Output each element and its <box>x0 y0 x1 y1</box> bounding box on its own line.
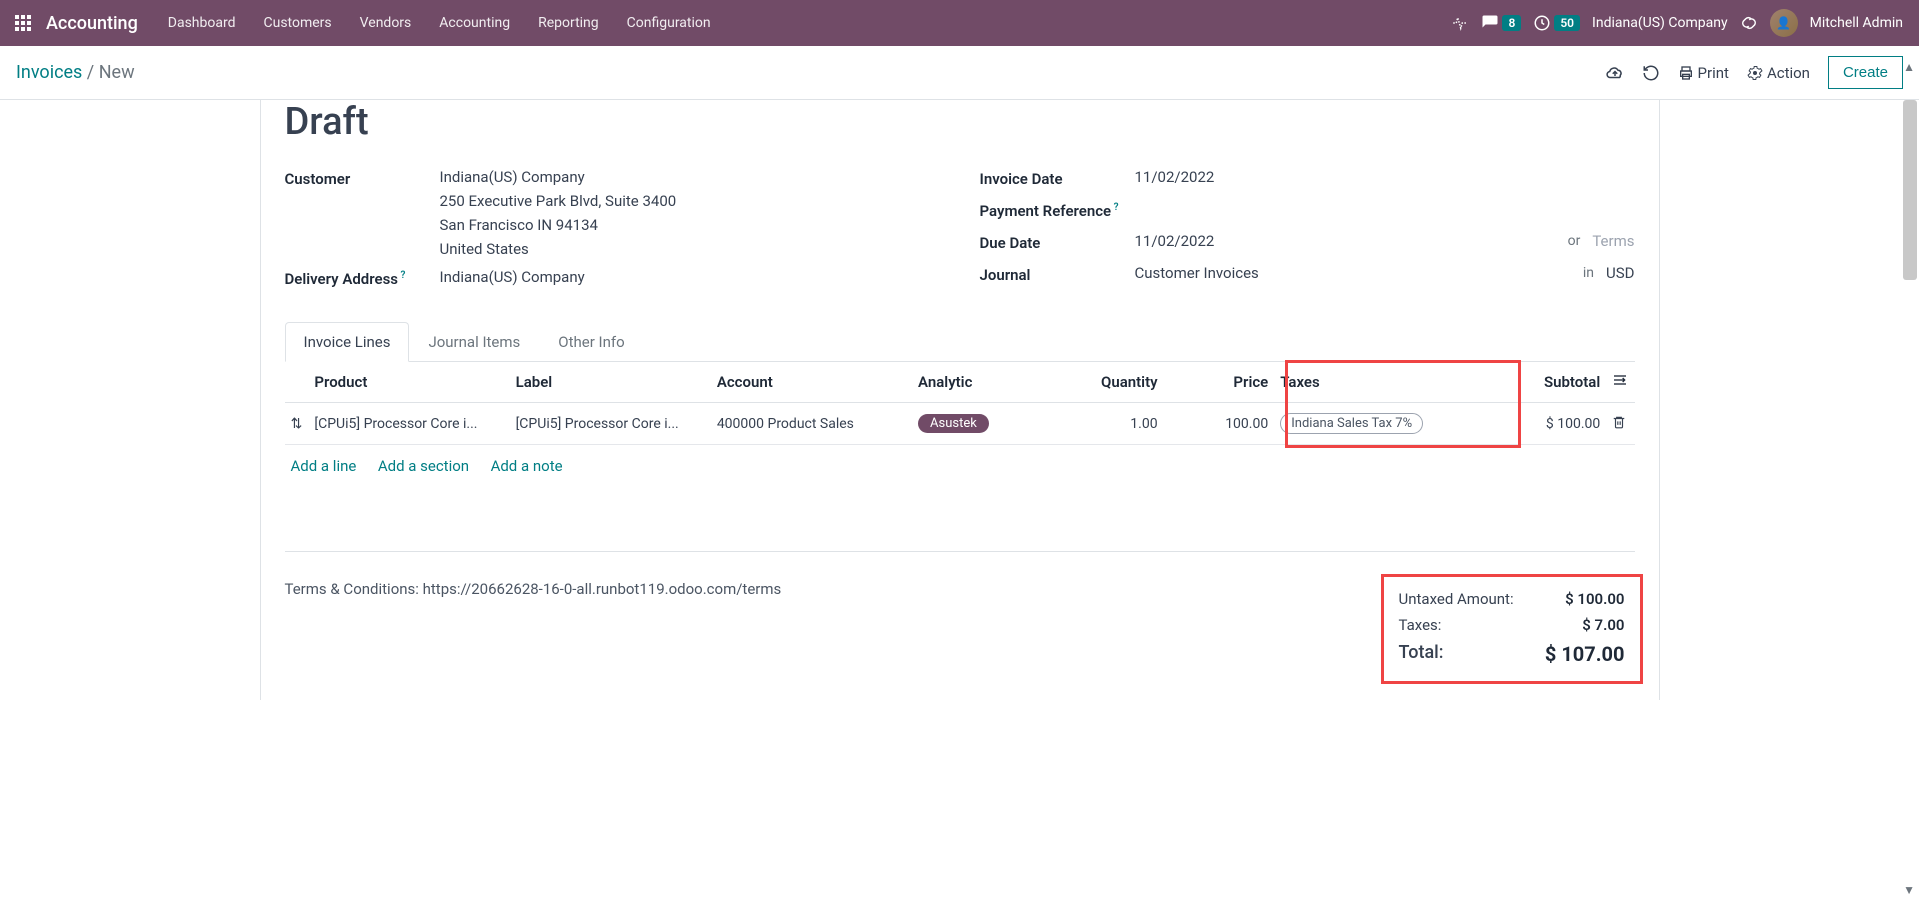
col-price[interactable]: Price <box>1164 362 1275 403</box>
total-label: Total: <box>1399 642 1444 666</box>
apps-icon[interactable] <box>8 15 38 31</box>
add-note-link[interactable]: Add a note <box>491 457 563 475</box>
breadcrumb-root[interactable]: Invoices <box>16 62 82 83</box>
app-name[interactable]: Accounting <box>46 13 138 34</box>
nav-dashboard[interactable]: Dashboard <box>154 0 250 46</box>
nav-accounting[interactable]: Accounting <box>425 0 524 46</box>
tab-invoice-lines[interactable]: Invoice Lines <box>285 322 410 362</box>
debug-icon[interactable] <box>1740 14 1758 32</box>
delete-line-icon[interactable] <box>1606 403 1634 445</box>
nav-customers[interactable]: Customers <box>250 0 346 46</box>
untaxed-label: Untaxed Amount: <box>1399 590 1514 608</box>
col-label[interactable]: Label <box>510 362 711 403</box>
right-column: Invoice Date 11/02/2022 Payment Referenc… <box>980 168 1635 298</box>
left-column: Customer Indiana(US) Company 250 Executi… <box>285 168 940 298</box>
customer-field[interactable]: Indiana(US) Company 250 Executive Park B… <box>440 168 940 258</box>
delivery-field[interactable]: Indiana(US) Company <box>440 268 940 286</box>
tabs: Invoice Lines Journal Items Other Info <box>285 322 1635 362</box>
avatar[interactable]: 👤 <box>1770 9 1798 37</box>
status-title: Draft <box>285 100 1635 144</box>
line-account[interactable]: 400000 Product Sales <box>711 403 912 445</box>
due-date-field[interactable]: 11/02/2022 <box>1135 232 1215 250</box>
topnav: Accounting Dashboard Customers Vendors A… <box>0 0 1919 46</box>
line-subtotal[interactable]: $ 100.00 <box>1506 403 1607 445</box>
delivery-label: Delivery Address ? <box>285 268 440 288</box>
due-date-label: Due Date <box>980 232 1135 252</box>
invoice-date-label: Invoice Date <box>980 168 1135 188</box>
total-value: $ 107.00 <box>1545 642 1625 666</box>
user-name[interactable]: Mitchell Admin <box>1810 15 1903 31</box>
company-switcher[interactable]: Indiana(US) Company <box>1592 15 1728 31</box>
line-label[interactable]: [CPUi5] Processor Core i... <box>510 403 711 445</box>
col-product[interactable]: Product <box>308 362 509 403</box>
invoice-date-field[interactable]: 11/02/2022 <box>1135 168 1635 186</box>
customer-label: Customer <box>285 168 440 188</box>
currency-field[interactable]: USD <box>1606 264 1634 282</box>
scroll-up-arrow[interactable]: ▲ <box>1903 60 1915 74</box>
delivery-help-icon[interactable]: ? <box>398 270 405 281</box>
col-subtotal[interactable]: Subtotal <box>1506 362 1607 403</box>
journal-field[interactable]: Customer Invoices <box>1135 264 1259 282</box>
payment-ref-help-icon[interactable]: ? <box>1111 202 1118 213</box>
form-sheet: Draft Customer Indiana(US) Company 250 E… <box>260 100 1660 700</box>
col-analytic[interactable]: Analytic <box>912 362 1053 403</box>
col-quantity[interactable]: Quantity <box>1053 362 1164 403</box>
table-row[interactable]: ⇅ [CPUi5] Processor Core i... [CPUi5] Pr… <box>285 403 1635 445</box>
line-taxes[interactable]: Indiana Sales Tax 7% <box>1274 403 1505 445</box>
control-panel: Invoices / New Print Action Create <box>0 46 1919 100</box>
line-price[interactable]: 100.00 <box>1164 403 1275 445</box>
discard-icon[interactable] <box>1642 64 1660 82</box>
journal-label: Journal <box>980 264 1135 284</box>
cloud-save-icon[interactable] <box>1606 64 1624 82</box>
add-line-link[interactable]: Add a line <box>291 457 357 475</box>
invoice-lines-table: Product Label Account Analytic Quantity … <box>285 362 1635 445</box>
col-taxes[interactable]: Taxes <box>1274 362 1505 403</box>
activities-badge: 50 <box>1554 15 1580 31</box>
terms-field[interactable]: Terms <box>1592 232 1634 250</box>
activities-indicator[interactable]: 50 <box>1533 14 1580 32</box>
nav-reporting[interactable]: Reporting <box>524 0 613 46</box>
untaxed-value: $ 100.00 <box>1565 590 1624 608</box>
totals: Untaxed Amount: $ 100.00 Taxes: $ 7.00 T… <box>1389 580 1635 676</box>
messages-indicator[interactable]: 8 <box>1481 14 1521 32</box>
terms-text[interactable]: Terms & Conditions: https://20662628-16-… <box>285 580 782 598</box>
payment-ref-label: Payment Reference ? <box>980 200 1135 220</box>
create-button[interactable]: Create <box>1828 56 1903 89</box>
nav-configuration[interactable]: Configuration <box>613 0 725 46</box>
print-button[interactable]: Print <box>1678 64 1729 82</box>
col-account[interactable]: Account <box>711 362 912 403</box>
add-section-link[interactable]: Add a section <box>378 457 469 475</box>
line-quantity[interactable]: 1.00 <box>1053 403 1164 445</box>
breadcrumb-current: New <box>99 62 135 83</box>
scroll-down-arrow[interactable]: ▼ <box>1903 883 1915 897</box>
columns-config-icon[interactable] <box>1606 362 1634 403</box>
messages-badge: 8 <box>1502 15 1521 31</box>
tab-other-info[interactable]: Other Info <box>539 322 643 361</box>
drag-handle-icon[interactable]: ⇅ <box>285 403 309 445</box>
action-button[interactable]: Action <box>1747 64 1810 82</box>
support-icon[interactable] <box>1451 14 1469 32</box>
tab-journal-items[interactable]: Journal Items <box>409 322 539 361</box>
line-analytic[interactable]: Asustek <box>912 403 1053 445</box>
breadcrumb: Invoices / New <box>16 62 135 83</box>
line-product[interactable]: [CPUi5] Processor Core i... <box>308 403 509 445</box>
taxes-total-value: $ 7.00 <box>1582 616 1624 634</box>
taxes-total-label: Taxes: <box>1399 616 1442 634</box>
nav-vendors[interactable]: Vendors <box>346 0 426 46</box>
scrollbar[interactable] <box>1903 100 1917 280</box>
